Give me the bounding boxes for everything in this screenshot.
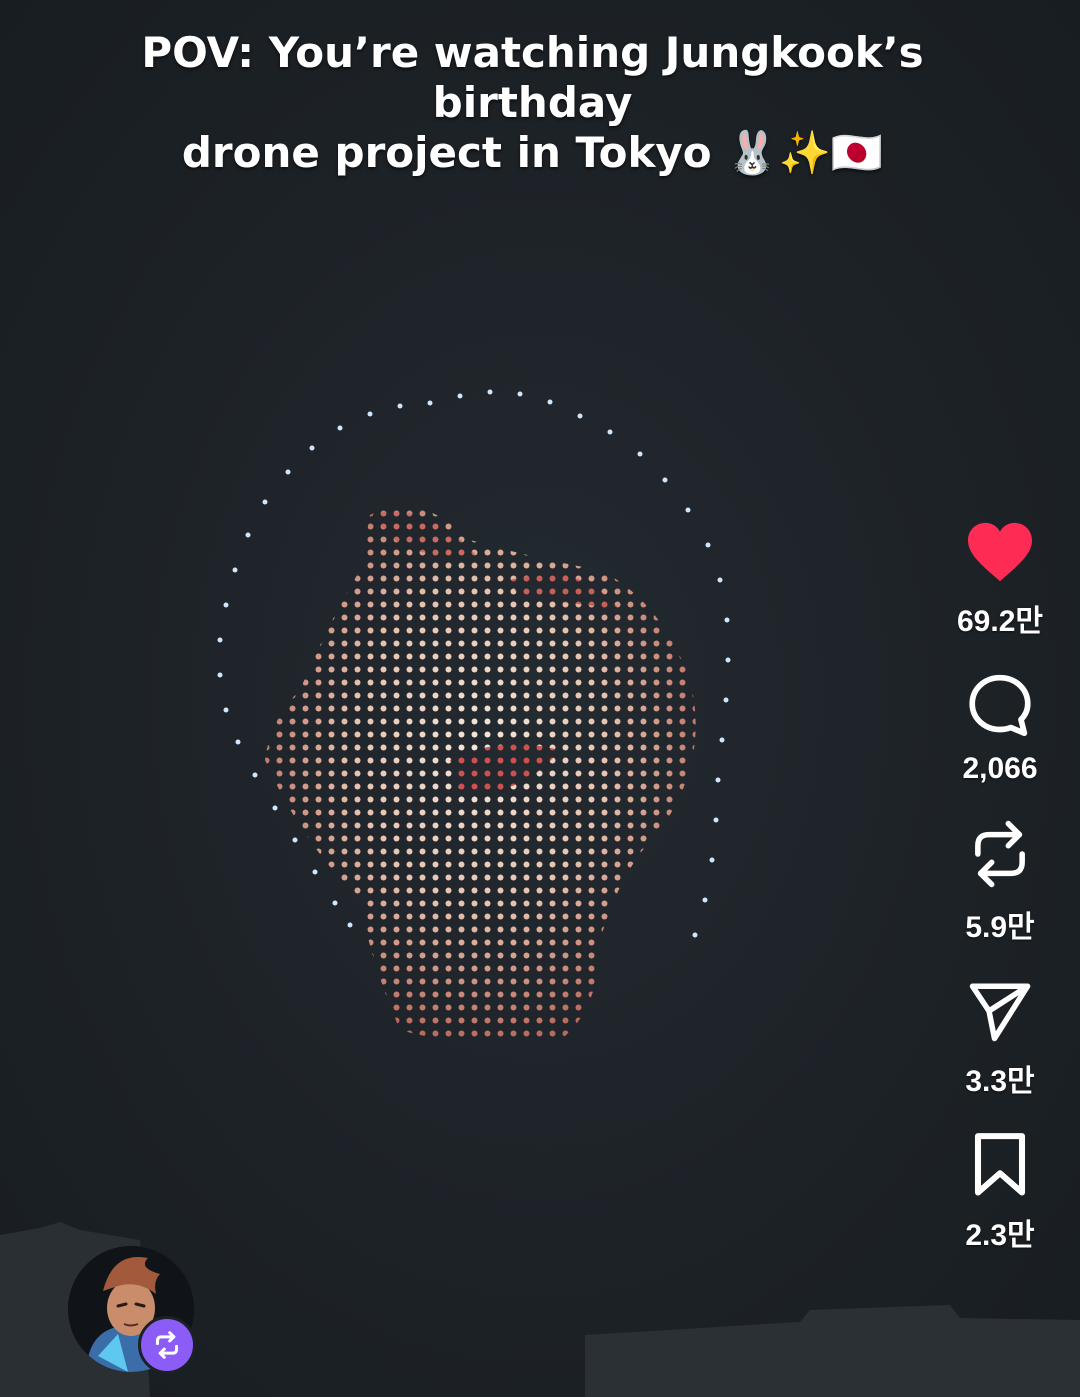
share-button[interactable]: 3.3만 — [965, 978, 1035, 1100]
bookmark-icon — [974, 1133, 1026, 1196]
like-count: 69.2만 — [957, 605, 1043, 638]
repost-badge — [138, 1316, 196, 1374]
drone-show-frame — [0, 389, 1080, 1397]
like-button[interactable]: 69.2만 — [957, 520, 1043, 640]
repost-icon — [975, 820, 1025, 888]
video-player[interactable] — [0, 0, 1080, 1397]
share-paper-plane-icon — [969, 983, 1031, 1042]
comment-count: 2,066 — [962, 752, 1038, 785]
save-button[interactable]: 2.3만 — [965, 1132, 1035, 1254]
comment-bubble-icon — [969, 674, 1031, 737]
action-rail: 69.2만 2,066 5.9만 3.3만 2.3만 — [940, 520, 1060, 1286]
video-caption: POV: You’re watching Jungkook’s birthday… — [60, 28, 1005, 178]
creator-avatar-button[interactable] — [68, 1246, 198, 1376]
save-count: 2.3만 — [965, 1219, 1035, 1252]
comment-button[interactable]: 2,066 — [962, 672, 1038, 786]
building-right — [585, 1305, 1080, 1397]
caption-line-2: drone project in Tokyo 🐰✨🇯🇵 — [181, 128, 884, 177]
share-count: 3.3만 — [965, 1065, 1035, 1098]
caption-line-1: POV: You’re watching Jungkook’s birthday — [141, 28, 924, 127]
heart-icon — [968, 522, 1032, 582]
repost-button[interactable]: 5.9만 — [965, 818, 1035, 946]
drone-face-portrait — [265, 506, 696, 1044]
repost-badge-icon — [155, 1331, 179, 1359]
repost-count: 5.9만 — [965, 911, 1035, 944]
